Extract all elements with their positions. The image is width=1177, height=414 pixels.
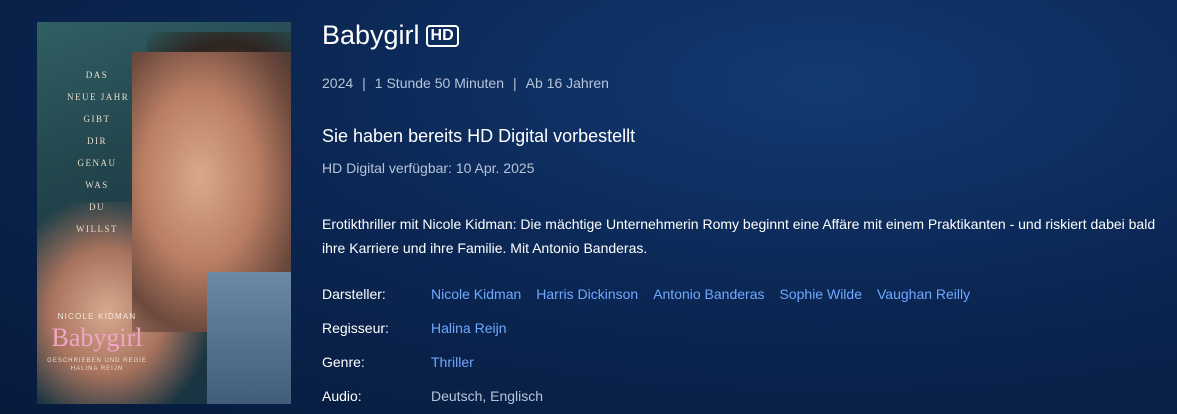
release-year: 2024 — [322, 75, 354, 91]
director-label: Regisseur: — [322, 320, 389, 336]
poster-tagline-line: GIBT — [83, 114, 111, 124]
cast-link[interactable]: Antonio Banderas — [653, 286, 764, 302]
meta-separator: | — [362, 75, 366, 91]
director-link[interactable]: Halina Reijn — [431, 320, 506, 336]
preorder-status: Sie haben bereits HD Digital vorbestellt — [322, 126, 636, 146]
genre-row: Genre: Thriller — [322, 354, 489, 370]
genre-label: Genre: — [322, 354, 365, 370]
cast-link[interactable]: Harris Dickinson — [536, 286, 638, 302]
meta-separator: | — [513, 75, 517, 91]
availability-date: HD Digital verfügbar: 10 Apr. 2025 — [322, 160, 535, 176]
cast-row: Darsteller: Nicole Kidman Harris Dickins… — [322, 286, 985, 302]
movie-meta: 2024 | 1 Stunde 50 Minuten | Ab 16 Jahre… — [322, 75, 609, 91]
movie-title: Babygirl — [322, 20, 420, 50]
audio-row: Audio: Deutsch, Englisch — [322, 388, 543, 404]
audio-languages: Deutsch, Englisch — [431, 388, 544, 404]
poster-credit: GESCHRIEBEN UND REGIE HALINA REIJN — [37, 357, 157, 373]
director-row: Regisseur: Halina Reijn — [322, 320, 521, 336]
poster-credit-line: GESCHRIEBEN UND REGIE — [47, 358, 147, 364]
age-rating: Ab 16 Jahren — [525, 75, 609, 91]
cast-link[interactable]: Sophie Wilde — [780, 286, 863, 302]
duration: 1 Stunde 50 Minuten — [374, 75, 505, 91]
poster-tagline-line: DIR — [87, 136, 107, 146]
movie-poster: DAS NEUE JAHR GIBT DIR GENAU WAS DU WILL… — [37, 22, 291, 404]
cast-link[interactable]: Vaughan Reilly — [877, 286, 970, 302]
poster-title-logo: Babygirl — [51, 323, 143, 352]
title-row: Babygirl HD — [322, 20, 459, 51]
cast-link[interactable]: Nicole Kidman — [431, 286, 521, 302]
poster-tagline-line: GENAU — [77, 158, 117, 168]
audio-label: Audio: — [322, 388, 362, 404]
cast-label: Darsteller: — [322, 286, 386, 302]
poster-credit-line: HALINA REIJN — [70, 366, 124, 372]
poster-tagline-line: WAS — [85, 180, 109, 190]
genre-link[interactable]: Thriller — [431, 354, 474, 370]
hd-badge: HD — [425, 24, 459, 47]
poster-shirt — [207, 272, 291, 404]
poster-tagline-line: DAS — [85, 70, 109, 80]
poster-actor-name: NICOLE KIDMAN — [57, 312, 137, 321]
poster-tagline-line: NEUE JAHR — [67, 92, 130, 102]
poster-tagline: DAS NEUE JAHR GIBT DIR GENAU WAS DU WILL… — [67, 64, 130, 240]
cast-list: Nicole Kidman Harris Dickinson Antonio B… — [431, 286, 985, 302]
poster-tagline-line: DU — [89, 202, 105, 212]
movie-description: Erotikthriller mit Nicole Kidman: Die mä… — [322, 216, 1156, 256]
poster-tagline-line: WILLST — [76, 224, 118, 234]
